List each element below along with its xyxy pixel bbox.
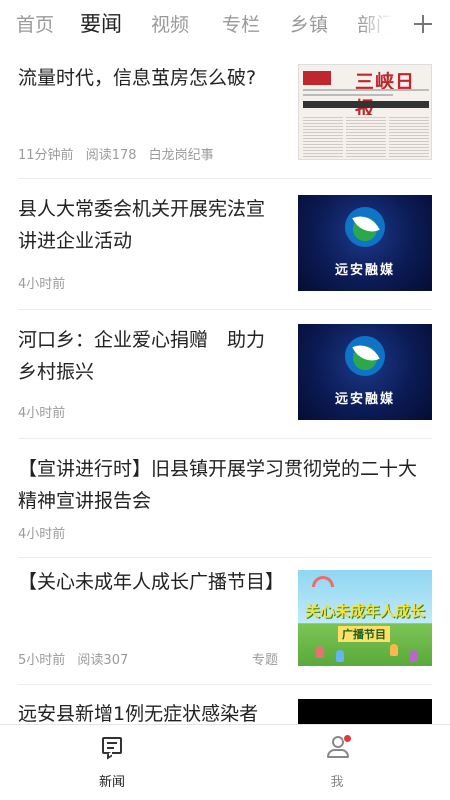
article-time: 5小时前 <box>18 653 66 668</box>
nav-me-label: 我 <box>330 775 344 790</box>
article-thumbnail: 远安融媒 <box>298 324 432 420</box>
article-thumbnail: 三峡日报 <box>298 64 432 160</box>
article-time: 4小时前 <box>18 277 66 292</box>
article-title: 河口乡：企业爱心捐赠 助力乡村振兴 <box>18 329 266 383</box>
article-thumbnail: 远安融媒 <box>298 195 432 291</box>
article-thumbnail <box>298 699 432 725</box>
article-title: 【关心未成年人成长广播节目】 <box>18 571 285 593</box>
bottom-navigation: 新闻 我 <box>0 724 450 800</box>
article-card[interactable]: 远安县新增1例无症状感染者 <box>0 685 450 725</box>
tab-column[interactable]: 专栏 <box>222 10 260 37</box>
newspaper-icon <box>102 737 122 760</box>
article-card[interactable]: 【关心未成年人成长广播节目】 5小时前 阅读307 专题 关心未成年人成长 广播… <box>0 558 450 684</box>
tab-headlines[interactable]: 要闻 <box>80 8 122 38</box>
article-time: 11分钟前 <box>18 148 74 163</box>
article-time: 4小时前 <box>18 406 66 421</box>
article-time: 4小时前 <box>18 527 66 542</box>
article-thumbnail: 关心未成年人成长 广播节目 <box>298 570 432 666</box>
article-reads: 阅读178 <box>85 148 137 163</box>
article-meta: 4小时前 <box>18 273 73 292</box>
article-card[interactable]: 【宣讲进行时】旧县镇开展学习贯彻党的二十大精神宣讲报告会 4小时前 <box>0 439 450 557</box>
nav-me[interactable]: 我 <box>287 733 387 793</box>
article-card[interactable]: 流量时代，信息茧房怎么破? 11分钟前 阅读178 白龙岗纪事 三峡日报 <box>0 48 450 178</box>
broadcast-headline: 关心未成年人成长 <box>304 602 425 620</box>
nav-news-label: 新闻 <box>98 775 125 790</box>
article-meta: 11分钟前 阅读178 白龙岗纪事 <box>18 144 222 163</box>
article-source: 白龙岗纪事 <box>148 148 214 163</box>
tab-townships[interactable]: 乡镇 <box>290 10 328 37</box>
rainbow-icon <box>312 576 334 587</box>
article-meta: 4小时前 <box>18 523 73 542</box>
user-icon <box>326 734 352 758</box>
newspaper-red-badge <box>303 71 331 85</box>
article-title: 流量时代，信息茧房怎么破? <box>18 67 257 89</box>
newspaper-headline-bar <box>303 101 429 108</box>
article-meta: 5小时前 阅读307 <box>18 649 136 668</box>
add-channel-button[interactable] <box>400 0 450 48</box>
notification-dot <box>343 734 352 743</box>
logo-caption: 远安融媒 <box>334 263 395 278</box>
tab-home[interactable]: 首页 <box>16 10 54 37</box>
article-reads: 阅读307 <box>77 653 129 668</box>
article-card[interactable]: 县人大常委会机关开展宪法宣讲进企业活动 4小时前 远安融媒 <box>0 179 450 309</box>
tabs-fade-overlay <box>360 0 400 48</box>
channel-tab-bar: 首页 要闻 视频 专栏 乡镇 部门 <box>0 0 450 48</box>
article-meta: 4小时前 <box>18 402 73 421</box>
tab-video[interactable]: 视频 <box>151 10 189 37</box>
article-title: 县人大常委会机关开展宪法宣讲进企业活动 <box>18 198 266 252</box>
topic-tag: 专题 <box>252 653 279 668</box>
article-title: 【宣讲进行时】旧县镇开展学习贯彻党的二十大精神宣讲报告会 <box>18 458 418 512</box>
article-card[interactable]: 河口乡：企业爱心捐赠 助力乡村振兴 4小时前 远安融媒 <box>0 310 450 438</box>
nav-news[interactable]: 新闻 <box>62 733 162 793</box>
logo-caption: 远安融媒 <box>334 392 395 407</box>
broadcast-subline: 广播节目 <box>338 626 390 642</box>
